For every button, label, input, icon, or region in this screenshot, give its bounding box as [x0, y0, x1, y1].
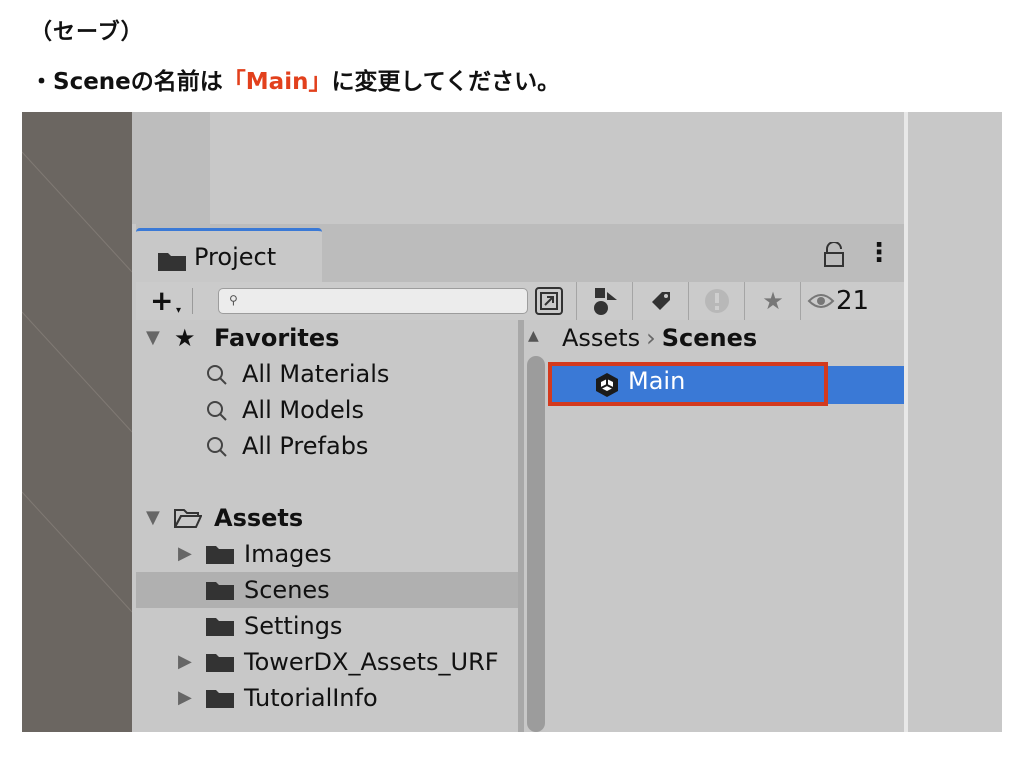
search-icon	[207, 401, 227, 421]
popout-icon	[535, 287, 563, 315]
tree-item-label: Scenes	[244, 576, 330, 604]
breadcrumb-assets[interactable]: Assets	[562, 324, 640, 352]
tree-item-all-materials[interactable]: All Materials	[136, 356, 518, 392]
instruction-suffix: に変更してください。	[331, 69, 561, 95]
star-icon: ★	[762, 287, 784, 315]
project-tabbar: Project ⋮	[136, 224, 904, 285]
folder-icon	[206, 546, 234, 564]
instruction-prefix: ・Sceneの名前は	[30, 69, 223, 95]
kebab-menu-icon[interactable]: ⋮	[866, 240, 892, 266]
expanded-arrow-icon: ▼	[146, 507, 160, 528]
tag-icon	[652, 292, 670, 310]
doc-title: （セーブ）	[30, 20, 144, 45]
hidden-packages-count: 21	[836, 286, 870, 316]
instruction-highlight: 「Main」	[222, 69, 332, 95]
search-icon: ⚲	[229, 293, 238, 307]
scroll-up-icon[interactable]: ▲	[528, 328, 539, 344]
tree-item-settings[interactable]: Settings	[136, 608, 518, 644]
upper-panel-tab	[132, 112, 210, 224]
folder-icon	[206, 582, 234, 600]
folder-tree: ▼ ★ Favorites All Materials All Models A…	[136, 320, 518, 732]
tree-item-favorites[interactable]: ▼ ★ Favorites	[136, 320, 518, 356]
toolbar-divider	[688, 282, 689, 320]
filter-by-type-button[interactable]	[588, 285, 622, 317]
tree-item-label: TowerDX_Assets_URF	[244, 648, 499, 676]
tab-project-label: Project	[194, 243, 277, 271]
tree-item-label: Images	[244, 540, 332, 568]
tree-item-label: All Prefabs	[242, 432, 369, 460]
toolbar-divider	[576, 282, 577, 320]
folder-icon	[206, 690, 234, 708]
expanded-arrow-icon: ▼	[146, 327, 160, 348]
tree-item-assets[interactable]: ▼ Assets	[136, 500, 518, 536]
search-icon	[207, 365, 227, 385]
star-icon: ★	[174, 324, 196, 352]
tree-scrollbar[interactable]: ▲	[524, 320, 548, 732]
inspector-strip	[904, 112, 1002, 732]
alert-circle-icon	[705, 289, 729, 313]
tree-item-images[interactable]: ▶ Images	[136, 536, 518, 572]
tree-item-all-models[interactable]: All Models	[136, 392, 518, 428]
filter-log-button[interactable]	[700, 285, 734, 317]
create-button[interactable]: + ▾	[150, 286, 190, 317]
tree-item-label: Settings	[244, 612, 343, 640]
breadcrumb: Assets › Scenes	[562, 324, 757, 352]
upper-panel	[132, 112, 904, 224]
tree-item-scenes[interactable]: Scenes	[136, 572, 518, 608]
shapes-icon	[594, 288, 617, 315]
lock-icon[interactable]	[822, 242, 846, 268]
tree-item-label: TutorialInfo	[244, 684, 378, 712]
tree-item-towerdx-assets[interactable]: ▶ TowerDX_Assets_URF	[136, 644, 518, 680]
toolbar-divider	[744, 282, 745, 320]
tree-item-label: All Materials	[242, 360, 390, 388]
project-toolbar: + ▾ ⚲ ★ 21	[136, 282, 904, 321]
tree-item-tutorialinfo[interactable]: ▶ TutorialInfo	[136, 680, 518, 716]
highlight-box	[548, 362, 828, 406]
hidden-packages-button[interactable]	[806, 285, 836, 317]
folder-icon	[206, 654, 234, 672]
doc-instruction: ・Sceneの名前は「Main」に変更してください。	[30, 62, 560, 96]
collapsed-arrow-icon: ▶	[178, 651, 192, 672]
toolbar-divider	[800, 282, 801, 320]
eye-icon	[807, 294, 835, 308]
tree-item-label: Favorites	[214, 324, 340, 352]
search-input[interactable]: ⚲	[218, 288, 528, 314]
tree-item-label: All Models	[242, 396, 364, 424]
asset-list: Assets › Scenes Main	[548, 320, 904, 732]
toolbar-divider	[192, 288, 193, 314]
favorites-button[interactable]: ★	[756, 285, 790, 317]
folder-icon	[206, 618, 234, 636]
folder-icon	[158, 253, 186, 271]
scene-view-background	[22, 112, 132, 732]
search-by-type-button[interactable]	[532, 285, 566, 317]
unity-editor-screenshot: Project ⋮ + ▾ ⚲ ★ 21 ▼ ★ Favorites All M…	[22, 112, 1002, 732]
toolbar-divider	[632, 282, 633, 320]
search-icon	[207, 437, 227, 457]
scrollbar-thumb[interactable]	[527, 356, 545, 732]
chevron-right-icon: ›	[646, 324, 656, 352]
collapsed-arrow-icon: ▶	[178, 543, 192, 564]
tree-item-label: Assets	[214, 504, 304, 532]
folder-open-icon	[174, 509, 202, 528]
project-window: Project ⋮ + ▾ ⚲ ★ 21 ▼ ★ Favorites All M…	[136, 224, 904, 732]
filter-by-label-button[interactable]	[644, 285, 678, 317]
collapsed-arrow-icon: ▶	[178, 687, 192, 708]
tab-project[interactable]: Project	[136, 228, 322, 285]
tree-item-all-prefabs[interactable]: All Prefabs	[136, 428, 518, 464]
breadcrumb-scenes: Scenes	[661, 324, 758, 352]
